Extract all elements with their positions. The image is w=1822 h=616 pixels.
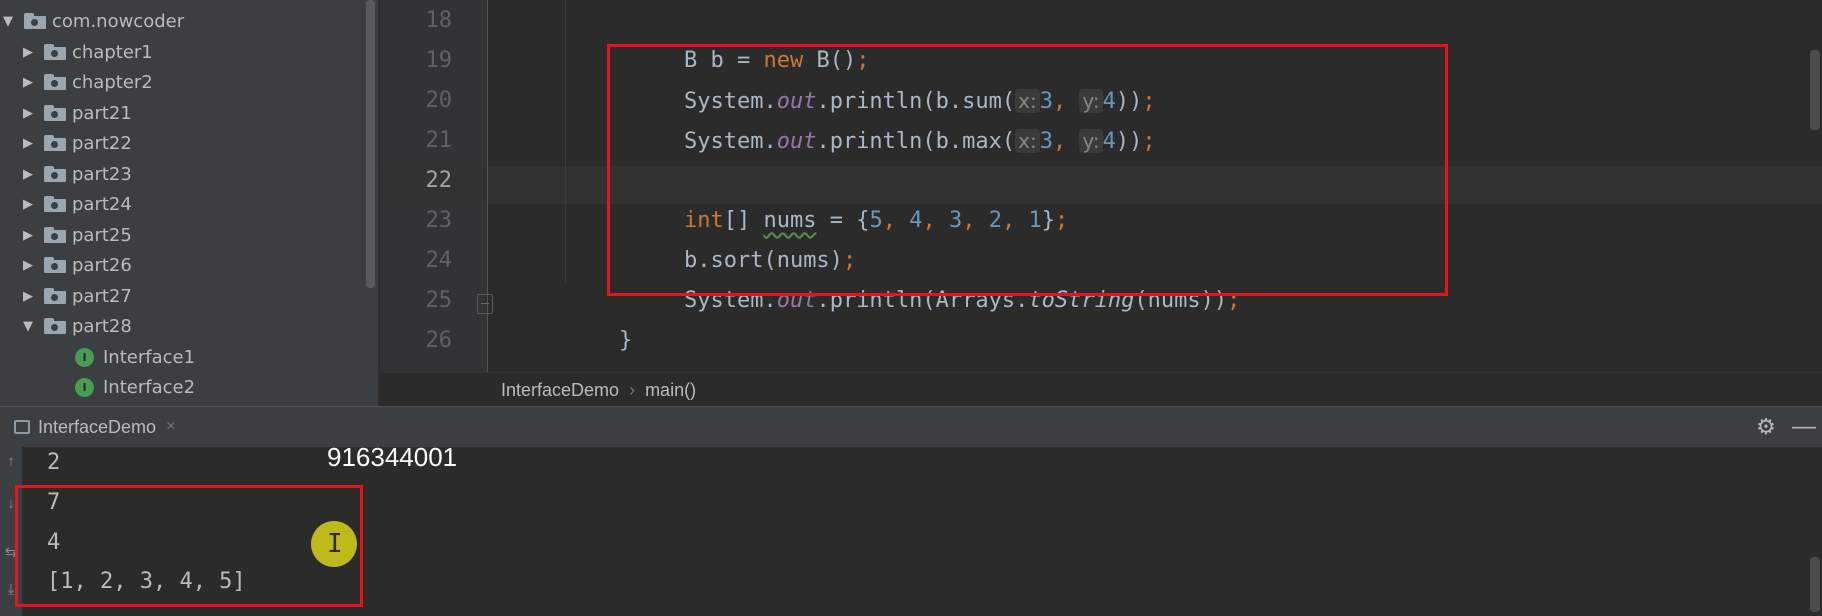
- tree-item-label: com.nowcoder: [52, 10, 185, 32]
- tree-item-interface1[interactable]: I Interface1: [75, 342, 195, 372]
- expand-arrow-icon[interactable]: ▼: [0, 14, 16, 29]
- package-icon: [44, 196, 66, 212]
- tree-item-com-nowcoder[interactable]: ▼ com.nowcoder: [0, 6, 184, 36]
- collapse-arrow-icon[interactable]: ▶: [20, 197, 36, 212]
- tree-item-part26[interactable]: ▶ part26: [20, 250, 132, 280]
- gutter-separator: [487, 0, 488, 372]
- tree-item-label: part28: [72, 315, 132, 337]
- annotation-box-output: [15, 485, 363, 607]
- console-tab-icon: [14, 420, 30, 434]
- collapse-arrow-icon[interactable]: ▶: [20, 289, 36, 304]
- tree-item-label: chapter2: [72, 71, 153, 93]
- tree-item-label: part22: [72, 132, 132, 154]
- annotation-box-code: [607, 44, 1448, 296]
- line-number: 25: [425, 288, 453, 313]
- tree-item-part21[interactable]: ▶ part21: [20, 98, 132, 128]
- expand-arrow-icon[interactable]: ▼: [20, 319, 36, 334]
- tree-item-label: part26: [72, 254, 132, 276]
- indent-guide: [565, 0, 566, 282]
- breadcrumb-item-method[interactable]: main(): [645, 380, 696, 401]
- package-icon: [44, 318, 66, 334]
- tree-item-part27[interactable]: ▶ part27: [20, 281, 132, 311]
- line-number: 24: [425, 248, 453, 273]
- line-number: 18: [425, 8, 453, 33]
- line-number: 21: [425, 128, 453, 153]
- package-icon: [44, 257, 66, 273]
- line-number-current: 22: [425, 168, 453, 193]
- collapse-arrow-icon[interactable]: ▶: [20, 45, 36, 60]
- tab-label: InterfaceDemo: [38, 416, 157, 437]
- tree-scrollbar[interactable]: [366, 0, 375, 288]
- collapse-arrow-icon[interactable]: ▶: [20, 106, 36, 121]
- editor-scrollbar[interactable]: [1810, 50, 1820, 130]
- package-icon: [24, 13, 46, 29]
- package-icon: [44, 135, 66, 151]
- fold-marker-icon[interactable]: [477, 294, 493, 314]
- package-icon: [44, 74, 66, 90]
- tree-item-part22[interactable]: ▶ part22: [20, 128, 132, 158]
- package-icon: [44, 227, 66, 243]
- tree-item-label: part23: [72, 163, 132, 185]
- collapse-arrow-icon[interactable]: ▶: [20, 75, 36, 90]
- interface-icon: I: [75, 377, 94, 397]
- collapse-arrow-icon[interactable]: ▶: [20, 228, 36, 243]
- tree-item-part24[interactable]: ▶ part24: [20, 189, 132, 219]
- collapse-arrow-icon[interactable]: ▶: [20, 136, 36, 151]
- collapse-arrow-icon[interactable]: ▶: [20, 258, 36, 273]
- gear-icon[interactable]: ⚙: [1754, 415, 1778, 439]
- minimize-icon[interactable]: —: [1792, 415, 1816, 439]
- closing-brace: }: [618, 328, 633, 353]
- tree-item-interface2[interactable]: I Interface2: [75, 372, 195, 402]
- line-number: 20: [425, 88, 453, 113]
- package-icon: [44, 288, 66, 304]
- tree-item-part25[interactable]: ▶ part25: [20, 220, 132, 250]
- console-line: 2: [47, 450, 61, 475]
- package-icon: [44, 166, 66, 182]
- breadcrumb-item-class[interactable]: InterfaceDemo: [501, 380, 619, 401]
- scroll-up-icon[interactable]: ↑: [2, 453, 20, 470]
- watermark-text: 916344001: [327, 442, 458, 472]
- line-number: 19: [425, 48, 453, 73]
- breadcrumb: InterfaceDemo › main(): [380, 372, 1822, 407]
- tree-item-part28[interactable]: ▼ part28: [20, 311, 132, 341]
- tree-item-chapter2[interactable]: ▶ chapter2: [20, 67, 153, 97]
- breadcrumb-separator: ›: [629, 379, 636, 400]
- run-tool-window-header: InterfaceDemo × ⚙ —: [0, 406, 1822, 448]
- tree-item-label: part21: [72, 102, 132, 124]
- package-icon: [44, 105, 66, 121]
- tree-item-chapter1[interactable]: ▶ chapter1: [20, 37, 153, 67]
- tree-item-part23[interactable]: ▶ part23: [20, 159, 132, 189]
- collapse-arrow-icon[interactable]: ▶: [20, 167, 36, 182]
- tree-item-label: Interface2: [103, 376, 196, 398]
- tree-item-label: part24: [72, 193, 132, 215]
- ide-window: ▼ com.nowcoder ▶ chapter1 ▶ chapter2 ▶ p…: [0, 0, 1822, 616]
- interface-icon: I: [75, 347, 94, 367]
- tree-item-label: part25: [72, 224, 132, 246]
- tree-item-label: part27: [72, 285, 132, 307]
- console-scrollbar[interactable]: [1810, 557, 1820, 612]
- line-number: 23: [425, 208, 453, 233]
- project-tree-panel: ▼ com.nowcoder ▶ chapter1 ▶ chapter2 ▶ p…: [0, 0, 379, 406]
- tab-interfacedemo[interactable]: InterfaceDemo ×: [0, 407, 175, 447]
- close-icon[interactable]: ×: [166, 418, 175, 436]
- code-line-18[interactable]: B b = new B();: [631, 7, 869, 73]
- line-number: 26: [425, 328, 453, 353]
- tree-item-label: Interface1: [103, 346, 196, 368]
- package-icon: [44, 44, 66, 60]
- tree-item-label: chapter1: [72, 41, 153, 63]
